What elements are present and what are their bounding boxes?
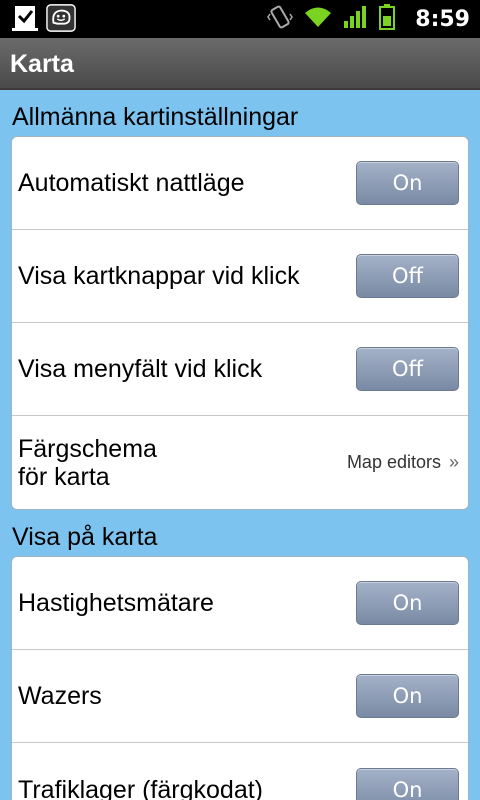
- auto-night-mode-toggle[interactable]: On: [356, 161, 459, 205]
- setting-traffic-layer[interactable]: Trafiklager (färgkodat) On: [12, 743, 468, 800]
- setting-label: Automatiskt nattläge: [18, 169, 245, 197]
- page-title: Karta: [0, 38, 480, 90]
- clock: 8:59: [415, 6, 470, 32]
- setting-label: Wazers: [18, 682, 102, 710]
- setting-label: Visa menyfält vid klick: [18, 355, 263, 383]
- battery-icon: [379, 3, 396, 35]
- traffic-layer-toggle[interactable]: On: [356, 767, 459, 800]
- setting-show-menubar[interactable]: Visa menyfält vid klick Off: [12, 323, 468, 416]
- waze-icon: [46, 3, 76, 33]
- settings-list[interactable]: Allmänna kartinställningar Automatiskt n…: [0, 90, 480, 800]
- show-menubar-toggle[interactable]: Off: [356, 347, 459, 391]
- setting-map-color-scheme[interactable]: Färgschema för karta Map editors »: [12, 416, 468, 509]
- signal-icon: [343, 5, 369, 34]
- show-map-buttons-toggle[interactable]: Off: [356, 254, 459, 298]
- map-color-scheme-value[interactable]: Map editors »: [347, 452, 459, 473]
- wazers-toggle[interactable]: On: [356, 674, 459, 718]
- status-bar: 8:59: [0, 0, 480, 38]
- setting-wazers[interactable]: Wazers On: [12, 650, 468, 743]
- color-scheme-value: Map editors: [346, 452, 441, 472]
- speedometer-toggle[interactable]: On: [356, 581, 459, 625]
- setting-label: Trafiklager (färgkodat): [18, 775, 263, 800]
- wifi-icon: [303, 5, 333, 34]
- show-on-map-panel: Hastighetsmätare On Wazers On Trafiklage…: [11, 556, 469, 800]
- setting-label: Hastighetsmätare: [18, 589, 214, 617]
- setting-show-map-buttons[interactable]: Visa kartknappar vid klick Off: [12, 230, 468, 323]
- setting-label: Visa kartknappar vid klick: [18, 262, 300, 290]
- section-title-show-on-map: Visa på karta: [12, 523, 158, 551]
- download-done-icon: [10, 3, 40, 33]
- chevron-right-icon: »: [448, 452, 459, 472]
- general-settings-panel: Automatiskt nattläge On Visa kartknappar…: [11, 136, 469, 510]
- vibrate-icon: [267, 4, 294, 35]
- setting-speedometer[interactable]: Hastighetsmätare On: [12, 557, 468, 650]
- setting-label: Färgschema för karta: [18, 434, 157, 491]
- section-title-general: Allmänna kartinställningar: [12, 103, 299, 131]
- setting-auto-night-mode[interactable]: Automatiskt nattläge On: [12, 137, 468, 230]
